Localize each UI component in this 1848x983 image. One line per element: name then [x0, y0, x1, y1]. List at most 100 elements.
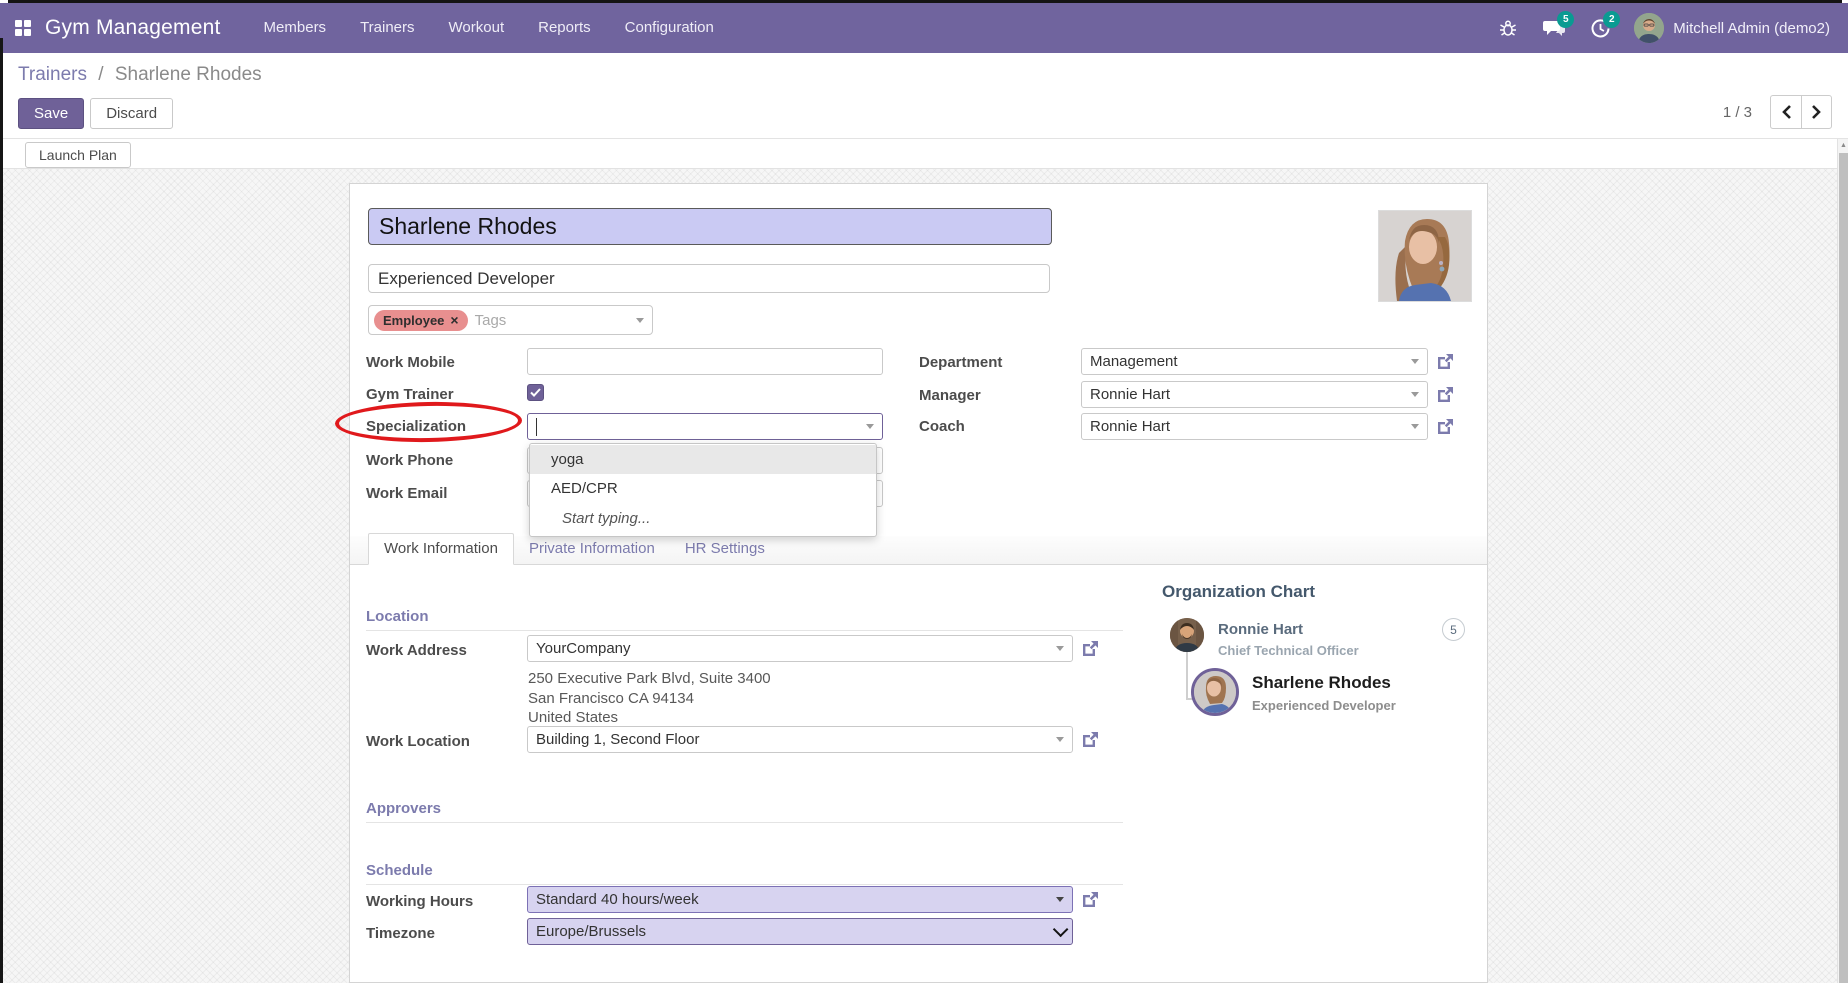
department-label: Department	[919, 354, 1002, 371]
activities-icon[interactable]: 2	[1588, 16, 1612, 40]
work-location-caret-icon[interactable]	[1056, 737, 1064, 742]
schedule-section-heading: Schedule	[366, 862, 433, 879]
address-line-country: United States	[528, 709, 618, 726]
working-hours-label: Working Hours	[366, 893, 473, 910]
manager-external-link-icon[interactable]	[1436, 385, 1455, 404]
org-node-employee-name: Sharlene Rhodes	[1252, 673, 1391, 693]
discard-button[interactable]: Discard	[90, 98, 173, 129]
checkbox-check-icon	[530, 388, 541, 397]
org-node-manager-avatar[interactable]	[1170, 618, 1204, 652]
nav-item-configuration[interactable]: Configuration	[608, 3, 731, 53]
approvers-section-heading: Approvers	[366, 800, 441, 817]
launch-plan-button[interactable]: Launch Plan	[25, 142, 131, 168]
tags-caret-icon[interactable]	[636, 318, 644, 323]
tab-work-information[interactable]: Work Information	[368, 533, 514, 565]
tag-employee[interactable]: Employee ×	[374, 310, 468, 331]
working-hours-input[interactable]: Standard 40 hours/week	[527, 886, 1073, 913]
tags-field[interactable]: Employee × Tags	[368, 305, 653, 335]
coach-label: Coach	[919, 418, 965, 435]
timezone-select-arrow-icon	[1053, 922, 1069, 938]
work-address-input[interactable]: YourCompany	[527, 635, 1073, 662]
vertical-scrollbar[interactable]: ▲	[1837, 139, 1848, 983]
work-location-input[interactable]: Building 1, Second Floor	[527, 726, 1073, 753]
work-address-caret-icon[interactable]	[1056, 646, 1064, 651]
tag-remove-icon[interactable]: ×	[450, 312, 458, 328]
notebook-tabs: Work Information Private Information HR …	[350, 536, 1487, 565]
text-cursor	[536, 418, 537, 436]
dropdown-start-typing[interactable]: Start typing...	[530, 503, 876, 535]
user-menu[interactable]: Mitchell Admin (demo2)	[1634, 13, 1830, 43]
manager-caret-icon[interactable]	[1411, 392, 1419, 397]
pager-next-button[interactable]	[1801, 95, 1832, 129]
apps-menu-icon[interactable]	[15, 20, 31, 36]
org-node-employee-avatar[interactable]	[1191, 668, 1239, 716]
manager-label: Manager	[919, 387, 981, 404]
record-pager: 1 / 3	[1723, 95, 1832, 129]
tab-private-information[interactable]: Private Information	[514, 534, 670, 564]
employee-name-input[interactable]	[368, 208, 1052, 245]
form-statusbar: Launch Plan	[0, 139, 1848, 169]
tab-hr-settings[interactable]: HR Settings	[670, 534, 780, 564]
control-panel: Trainers / Sharlene Rhodes Save Discard …	[0, 53, 1848, 139]
app-brand[interactable]: Gym Management	[45, 16, 221, 40]
working-hours-external-link-icon[interactable]	[1081, 890, 1100, 909]
coach-caret-icon[interactable]	[1411, 424, 1419, 429]
messages-icon[interactable]: 5	[1542, 16, 1566, 40]
bug-icon[interactable]	[1496, 16, 1520, 40]
work-email-label: Work Email	[366, 485, 447, 502]
breadcrumb-trainers-link[interactable]: Trainers	[18, 64, 87, 85]
dropdown-option-yoga[interactable]: yoga	[530, 445, 876, 474]
navbar-right-cluster: 5 2	[1496, 13, 1848, 43]
dropdown-option-aed-cpr[interactable]: AED/CPR	[530, 474, 876, 503]
form-sheet: Employee × Tags Work Mobile Gym Trainer …	[349, 183, 1488, 983]
department-input[interactable]: Management	[1081, 348, 1428, 375]
org-node-manager-count-badge[interactable]: 5	[1442, 618, 1465, 641]
scrollbar-up-arrow-icon[interactable]: ▲	[1839, 142, 1848, 149]
tag-label: Employee	[383, 313, 444, 328]
coach-external-link-icon[interactable]	[1436, 417, 1455, 436]
user-name: Mitchell Admin (demo2)	[1673, 20, 1830, 37]
employee-photo[interactable]	[1378, 210, 1472, 302]
nav-item-workout[interactable]: Workout	[432, 3, 522, 53]
org-chart-heading: Organization Chart	[1162, 582, 1315, 602]
breadcrumb-separator: /	[98, 64, 103, 85]
working-hours-caret-icon[interactable]	[1056, 897, 1064, 902]
nav-item-reports[interactable]: Reports	[521, 3, 608, 53]
nav-item-trainers[interactable]: Trainers	[343, 3, 431, 53]
org-node-manager-title: Chief Technical Officer	[1218, 643, 1359, 658]
work-mobile-label: Work Mobile	[366, 354, 455, 371]
specialization-dropdown: yoga AED/CPR Start typing...	[529, 443, 877, 537]
manager-input[interactable]: Ronnie Hart	[1081, 381, 1428, 408]
window-top-edge	[8, 0, 1842, 3]
work-location-external-link-icon[interactable]	[1081, 730, 1100, 749]
tags-placeholder: Tags	[475, 312, 636, 329]
work-mobile-input[interactable]	[527, 348, 883, 375]
chevron-right-icon	[1812, 105, 1821, 119]
breadcrumb: Trainers / Sharlene Rhodes	[18, 64, 262, 86]
work-phone-label: Work Phone	[366, 452, 453, 469]
app-window: Gym Management Members Trainers Workout …	[0, 0, 1848, 983]
coach-input[interactable]: Ronnie Hart	[1081, 413, 1428, 440]
gym-trainer-checkbox[interactable]	[527, 384, 544, 401]
scrollbar-thumb[interactable]	[1839, 153, 1848, 983]
nav-item-members[interactable]: Members	[247, 3, 344, 53]
pager-count: 1 / 3	[1723, 104, 1752, 121]
form-buttons: Save Discard	[18, 98, 173, 129]
gym-trainer-label: Gym Trainer	[366, 386, 454, 403]
org-node-manager-name[interactable]: Ronnie Hart	[1218, 621, 1303, 638]
user-avatar	[1634, 13, 1664, 43]
specialization-input[interactable]	[527, 413, 883, 440]
work-address-external-link-icon[interactable]	[1081, 639, 1100, 658]
specialization-label: Specialization	[366, 418, 466, 435]
pager-buttons	[1770, 95, 1832, 129]
department-external-link-icon[interactable]	[1436, 352, 1455, 371]
breadcrumb-current: Sharlene Rhodes	[115, 64, 262, 85]
save-button[interactable]: Save	[18, 98, 84, 129]
timezone-select[interactable]: Europe/Brussels	[527, 918, 1073, 945]
activities-badge: 2	[1603, 11, 1620, 28]
specialization-caret-icon[interactable]	[866, 424, 874, 429]
form-view-background: Employee × Tags Work Mobile Gym Trainer …	[0, 169, 1848, 983]
job-title-input[interactable]	[368, 264, 1050, 293]
department-caret-icon[interactable]	[1411, 359, 1419, 364]
pager-previous-button[interactable]	[1770, 95, 1801, 129]
